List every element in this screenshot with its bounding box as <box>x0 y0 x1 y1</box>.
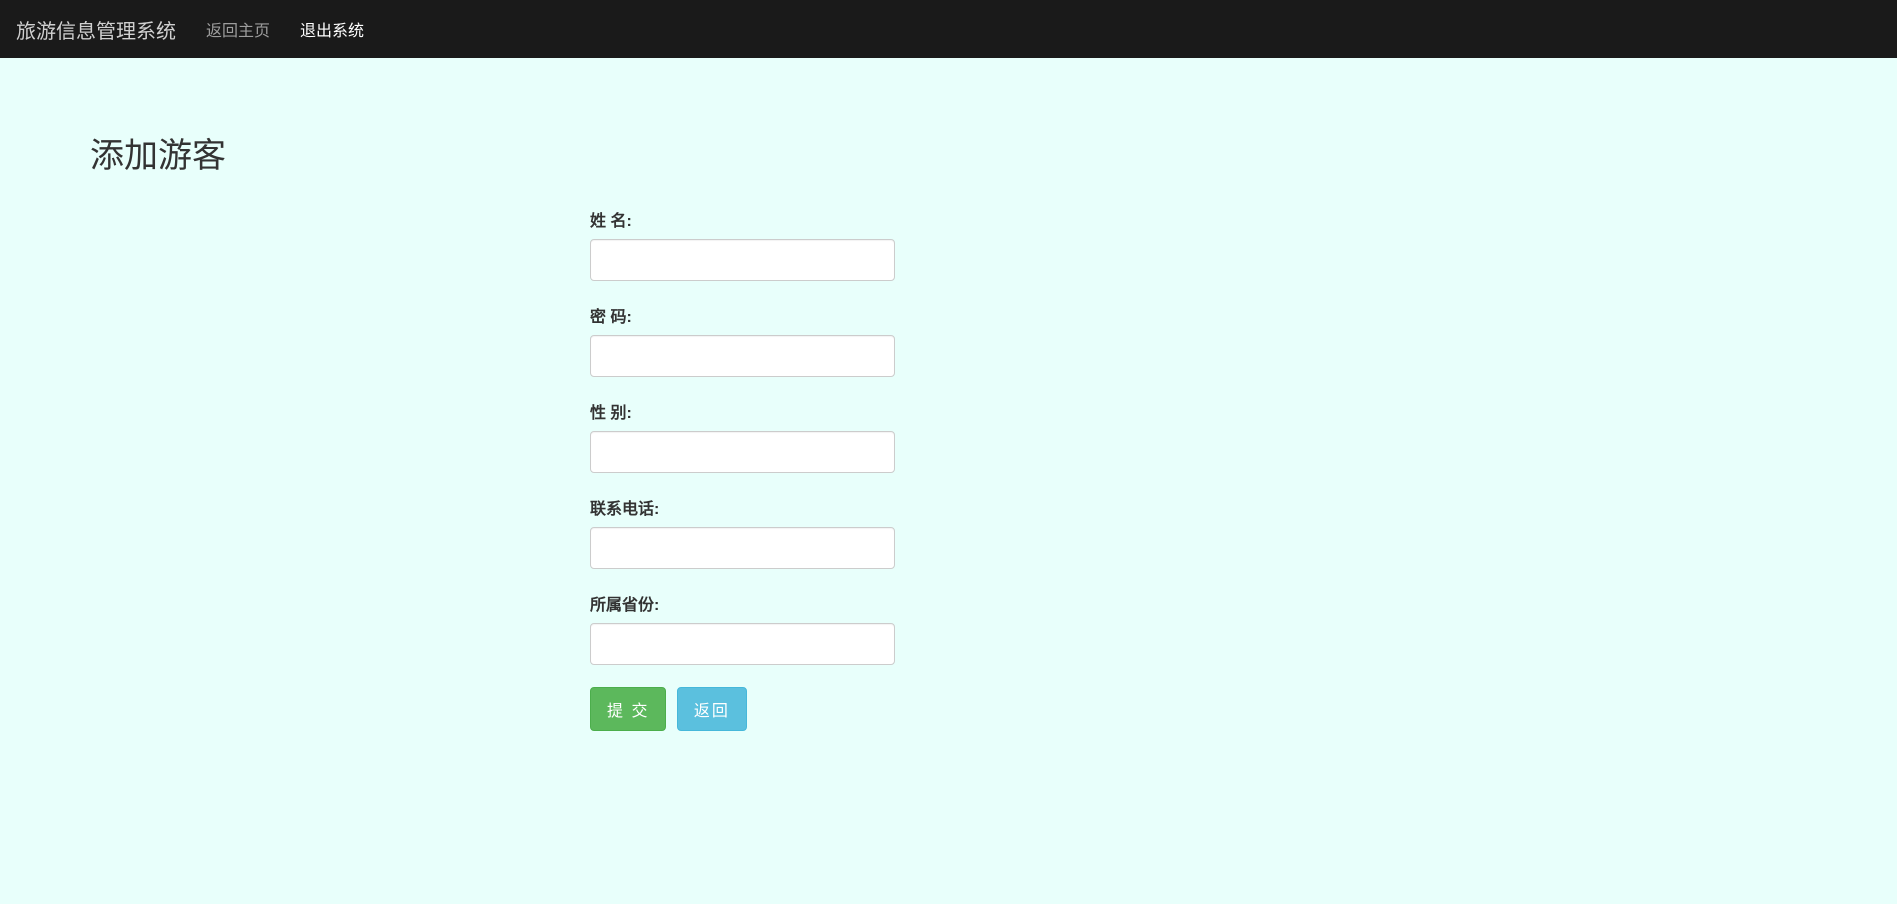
submit-button[interactable]: 提 交 <box>590 687 666 731</box>
password-input[interactable] <box>590 335 895 377</box>
form-group-password: 密 码: <box>590 303 895 377</box>
form-group-name: 姓 名: <box>590 207 895 281</box>
name-label: 姓 名: <box>590 207 895 231</box>
form-group-gender: 性 别: <box>590 399 895 473</box>
province-input[interactable] <box>590 623 895 665</box>
page-title: 添加游客 <box>90 128 1807 177</box>
navbar-brand: 旅游信息管理系统 <box>16 15 176 44</box>
province-label: 所属省份: <box>590 591 895 615</box>
gender-label: 性 别: <box>590 399 895 423</box>
back-button[interactable]: 返回 <box>677 687 747 731</box>
form-group-phone: 联系电话: <box>590 495 895 569</box>
button-group: 提 交 返回 <box>590 687 895 731</box>
navbar: 旅游信息管理系统 返回主页 退出系统 <box>0 0 1897 58</box>
gender-input[interactable] <box>590 431 895 473</box>
password-label: 密 码: <box>590 303 895 327</box>
phone-input[interactable] <box>590 527 895 569</box>
name-input[interactable] <box>590 239 895 281</box>
phone-label: 联系电话: <box>590 495 895 519</box>
nav-home-link[interactable]: 返回主页 <box>206 17 270 41</box>
nav-logout-link[interactable]: 退出系统 <box>300 17 364 41</box>
form-group-province: 所属省份: <box>590 591 895 665</box>
content: 添加游客 姓 名: 密 码: 性 别: 联系电话: 所属省份: 提 交 返回 <box>0 58 1897 801</box>
form-container: 姓 名: 密 码: 性 别: 联系电话: 所属省份: 提 交 返回 <box>590 207 895 731</box>
